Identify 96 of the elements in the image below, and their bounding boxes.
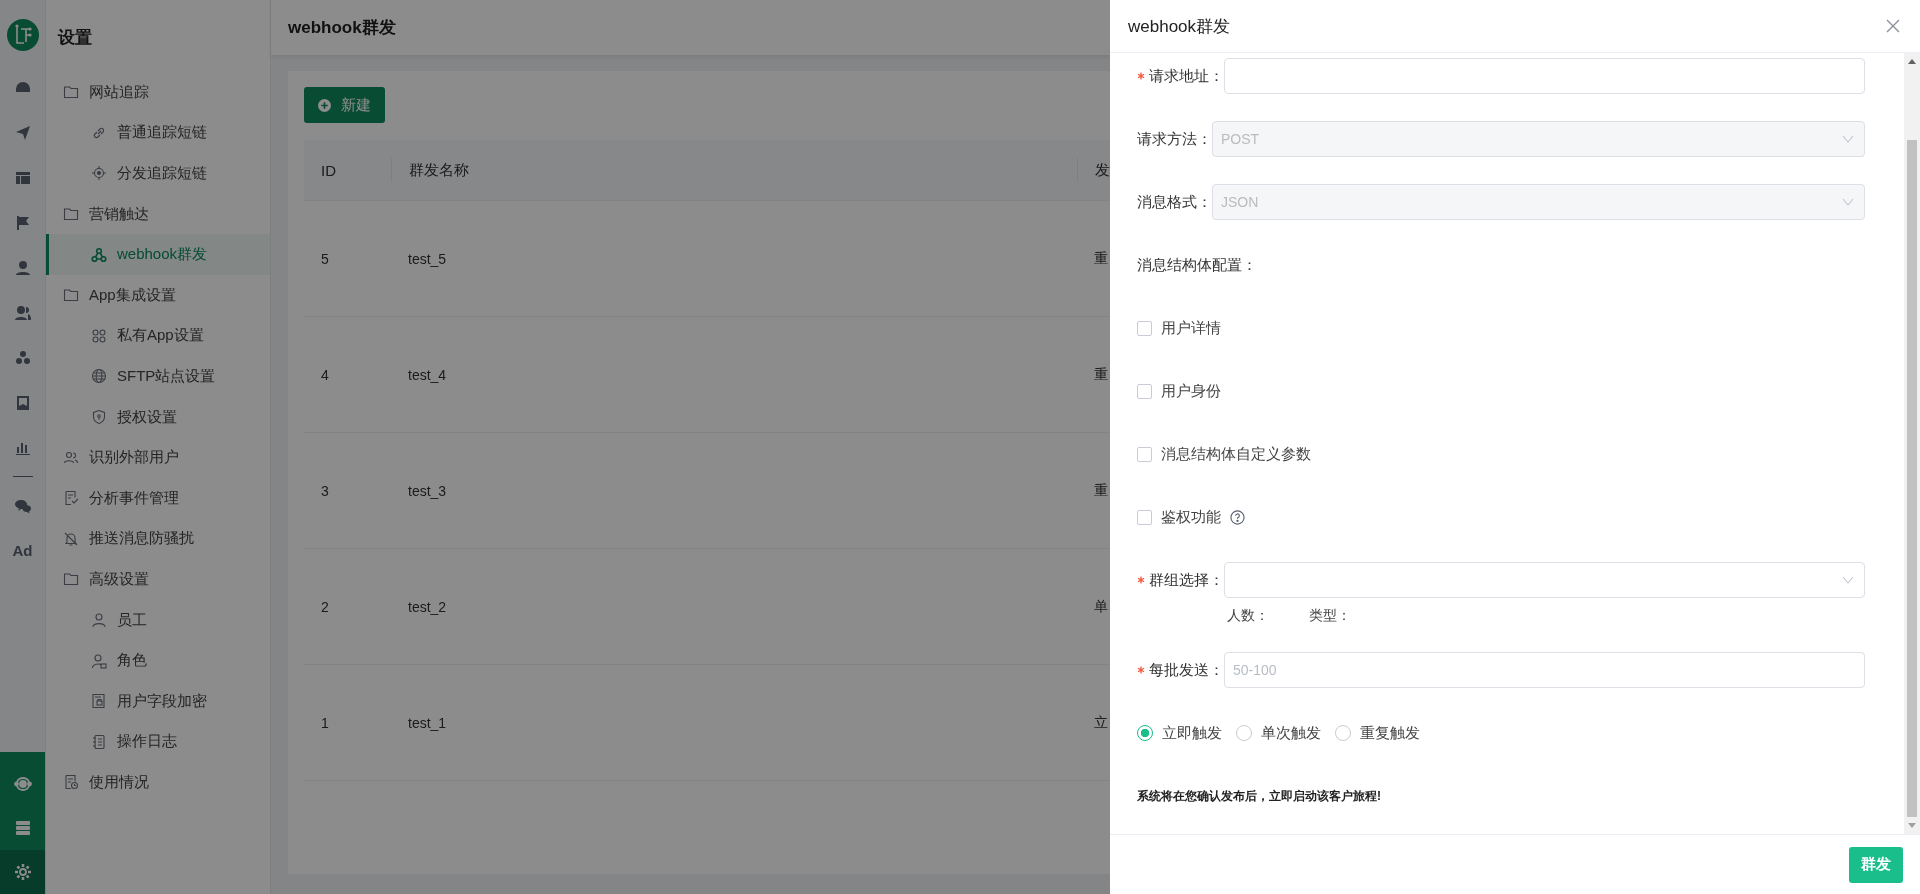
field-label: 请求方法： xyxy=(1137,129,1212,149)
input-field[interactable]: 50-100 xyxy=(1224,652,1865,688)
table-cell: 重 xyxy=(1094,481,1108,500)
table-cell: 单 xyxy=(1094,597,1108,616)
sidebar-item[interactable]: 识别外部用户 xyxy=(46,437,270,478)
table-cell: test_3 xyxy=(408,482,447,499)
radio-option[interactable]: 单次触发 xyxy=(1236,723,1321,743)
page-title: webhook群发 xyxy=(288,17,396,39)
info-label: 类型： xyxy=(1309,607,1351,625)
sidebar-item[interactable]: App集成设置 xyxy=(46,274,270,316)
usage-icon xyxy=(63,774,79,791)
cluster-icon xyxy=(13,348,32,367)
info-label: 人数： xyxy=(1227,607,1269,625)
gear-icon xyxy=(12,862,33,882)
sidebar-item[interactable]: 用户字段加密 xyxy=(46,680,270,722)
sidebar-item[interactable]: 普通追踪短链 xyxy=(46,112,270,154)
radio-option[interactable]: 重复触发 xyxy=(1335,723,1420,743)
checkbox[interactable]: 鉴权功能 xyxy=(1137,507,1221,527)
sidebar-item[interactable]: 分析事件管理 xyxy=(46,477,270,519)
field-label: 群组选择： xyxy=(1149,570,1224,590)
sidebar-item[interactable]: 操作日志 xyxy=(46,721,270,763)
drawer-title: webhook群发 xyxy=(1128,15,1231,38)
required-mark-icon xyxy=(1137,576,1145,584)
help-icon[interactable] xyxy=(1230,509,1245,525)
plus-circle-icon xyxy=(318,98,331,112)
sidebar-item[interactable]: 分发追踪短链 xyxy=(46,153,270,194)
sidebar-item[interactable]: 高级设置 xyxy=(46,559,270,600)
table-cell: test_4 xyxy=(408,366,447,383)
checkbox[interactable]: 消息结构体自定义参数 xyxy=(1137,444,1311,464)
table-cell: 立 xyxy=(1094,713,1108,732)
sidebar-item[interactable]: 使用情况 xyxy=(46,762,270,803)
column-header: ID xyxy=(321,161,336,179)
up-arrow-icon xyxy=(1908,59,1916,64)
gear-nav-button[interactable] xyxy=(0,850,45,894)
report-icon xyxy=(63,490,79,507)
target-icon xyxy=(91,165,107,182)
users-icon xyxy=(63,449,79,466)
user-icon xyxy=(13,258,32,277)
table-cell: 1 xyxy=(321,714,329,731)
person-icon xyxy=(91,612,107,628)
folder-icon xyxy=(63,84,79,101)
sidebar-title: 设置 xyxy=(56,27,93,49)
sidebar-item[interactable]: 网站追踪 xyxy=(46,72,270,113)
sidebar-item[interactable]: 私有App设置 xyxy=(46,315,270,357)
log-icon xyxy=(91,733,107,750)
table-cell: test_2 xyxy=(408,598,447,615)
column-header: 群发名称 xyxy=(409,160,469,180)
role-icon xyxy=(91,652,107,669)
globe-icon xyxy=(91,368,107,385)
chevron-down-icon xyxy=(1842,198,1854,206)
table-cell: 重 xyxy=(1094,249,1108,268)
field-label: 每批发送： xyxy=(1149,660,1224,680)
scrollbar[interactable] xyxy=(1904,53,1920,834)
notice-text: 系统将在您确认发布后，立即启动该客户旅程! xyxy=(1137,787,1381,805)
checkbox[interactable]: 用户详情 xyxy=(1137,318,1221,338)
close-button[interactable] xyxy=(1884,17,1902,35)
checkbox[interactable]: 用户身份 xyxy=(1137,381,1221,401)
users-icon xyxy=(13,303,32,322)
table-cell: 重 xyxy=(1094,365,1108,384)
select-field[interactable] xyxy=(1224,562,1865,598)
folder-icon xyxy=(63,571,79,588)
table-cell: 3 xyxy=(321,482,329,499)
radio-option[interactable]: 立即触发 xyxy=(1137,723,1222,743)
folder-icon xyxy=(63,206,79,223)
input-field[interactable] xyxy=(1224,58,1865,94)
chevron-down-icon xyxy=(1842,135,1854,143)
logo-icon xyxy=(6,19,39,51)
bell-icon xyxy=(63,530,79,547)
chevron-down-icon xyxy=(1842,576,1854,584)
submit-button[interactable]: 群发 xyxy=(1849,846,1903,883)
sidebar-item[interactable]: 推送消息防骚扰 xyxy=(46,518,270,560)
table-cell: 5 xyxy=(321,250,329,267)
encrypt-icon xyxy=(91,693,107,710)
field-label: 消息格式： xyxy=(1137,192,1212,212)
sidebar-item[interactable]: 授权设置 xyxy=(46,396,270,438)
table-cell: test_1 xyxy=(408,714,447,731)
sidebar-item[interactable]: 员工 xyxy=(46,599,270,641)
field-label: 请求地址： xyxy=(1149,66,1224,86)
apps-icon xyxy=(91,327,107,344)
webhook-icon xyxy=(91,246,107,263)
sidebar-item[interactable]: webhook群发 xyxy=(46,234,270,275)
sidebar-item[interactable]: SFTP站点设置 xyxy=(46,356,270,397)
sidebar-item[interactable]: 营销触达 xyxy=(46,193,270,235)
sidebar-item[interactable]: 角色 xyxy=(46,640,270,681)
required-mark-icon xyxy=(1137,666,1145,674)
table-cell: test_5 xyxy=(408,250,447,267)
down-arrow-icon xyxy=(1908,823,1916,828)
ad-nav-button[interactable]: Ad xyxy=(0,528,45,573)
folder-icon xyxy=(63,287,79,304)
column-header: 发 xyxy=(1095,160,1110,180)
section-label: 消息结构体配置： xyxy=(1137,255,1257,275)
table-cell: 2 xyxy=(321,598,329,615)
new-button[interactable]: 新建 xyxy=(304,87,385,123)
required-mark-icon xyxy=(1137,72,1145,80)
table-cell: 4 xyxy=(321,366,329,383)
shield-icon xyxy=(91,409,107,426)
